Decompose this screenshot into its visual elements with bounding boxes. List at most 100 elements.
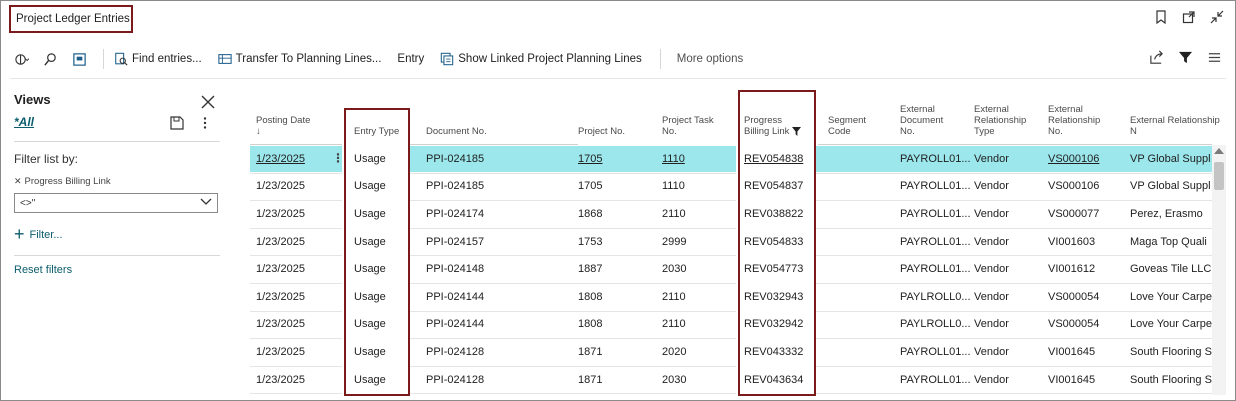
cell-segment-code: [828, 311, 888, 339]
cell-external-relationship-name: Love Your Carpe: [1130, 290, 1212, 303]
collapse-icon[interactable]: [1210, 10, 1224, 27]
plus-icon: +: [14, 224, 25, 244]
cell-external-relationship-type: Vendor: [974, 263, 1009, 276]
progress-billing-link-column-highlight: [738, 90, 816, 396]
column-header-project-no[interactable]: Project No.: [578, 88, 658, 143]
close-icon[interactable]: [200, 94, 216, 110]
cell-external-relationship-no: VS000106: [1048, 180, 1100, 193]
bookmark-icon[interactable]: [1154, 10, 1168, 27]
column-header-text: Segment: [828, 115, 867, 126]
column-header-text: Relationship: [974, 115, 1027, 126]
show-linked-planning-lines-button[interactable]: Show Linked Project Planning Lines: [440, 52, 642, 66]
transfer-to-planning-lines-button[interactable]: Transfer To Planning Lines...: [218, 52, 382, 66]
column-header-text: External: [900, 104, 935, 115]
find-entries-button[interactable]: Find entries...: [114, 52, 202, 66]
cell-external-relationship-no: VI001645: [1048, 373, 1096, 386]
cell-external-relationship-name: VP Global Suppl: [1130, 152, 1211, 165]
list-view-icon[interactable]: [1207, 50, 1222, 68]
scrollbar-thumb[interactable]: [1214, 162, 1224, 190]
share-icon[interactable]: [1149, 50, 1164, 68]
page-title-box: Project Ledger Entries: [9, 5, 133, 33]
cell-document-no: PPI-024157: [426, 235, 485, 248]
cell-document-no: PPI-024144: [426, 290, 485, 303]
pane-divider: [14, 255, 220, 256]
view-more-icon[interactable]: [198, 116, 212, 133]
cell-posting-date[interactable]: 1/23/2025: [256, 255, 346, 283]
save-view-icon[interactable]: [170, 116, 184, 133]
column-header-document-no[interactable]: Document No.: [426, 88, 576, 143]
cell-external-relationship-name: Goveas Tile LLC: [1130, 263, 1212, 276]
column-header-posting-date[interactable]: Posting Date ↓: [256, 88, 356, 143]
cell-project-task-no: 2110: [662, 290, 686, 303]
column-header-text: Project No.: [578, 126, 625, 137]
cell-posting-date[interactable]: 1/23/2025: [256, 311, 346, 339]
action-bar: Find entries... Transfer To Planning Lin…: [14, 48, 743, 70]
cell-document-no: PPI-024128: [426, 373, 485, 386]
column-header-text: External: [1048, 104, 1083, 115]
column-header-text: Type: [974, 126, 995, 137]
column-header-external-relationship-no[interactable]: External Relationship No.: [1048, 88, 1128, 143]
more-options-button[interactable]: More options: [677, 53, 743, 65]
chevron-down-icon[interactable]: [200, 198, 212, 209]
toolbar-divider: [103, 49, 104, 69]
cell-external-relationship-no: VS000054: [1048, 290, 1100, 303]
column-header-project-task-no[interactable]: Project Task No.: [662, 88, 742, 143]
cell-external-document-no: PAYROLL01...: [900, 373, 970, 386]
active-filter-chip[interactable]: ✕ Progress Billing Link: [14, 176, 220, 187]
cell-external-relationship-name: Maga Top Quali: [1130, 235, 1207, 248]
scroll-up-icon[interactable]: [1214, 148, 1224, 154]
cell-document-no: PPI-024148: [426, 263, 485, 276]
transfer-label: Transfer To Planning Lines...: [235, 53, 382, 65]
cell-segment-code: [828, 283, 888, 311]
cell-posting-date[interactable]: 1/23/2025: [256, 173, 346, 201]
cell-project-no: 1753: [578, 235, 603, 248]
column-header-external-relationship-type[interactable]: External Relationship Type: [974, 88, 1050, 143]
cell-project-task-no: 1110: [662, 180, 685, 193]
column-header-text: No.: [900, 126, 915, 137]
open-new-window-icon[interactable]: [1182, 10, 1196, 27]
cell-posting-date[interactable]: 1/23/2025: [256, 283, 346, 311]
cell-project-no: 1808: [578, 290, 603, 303]
cell-posting-date[interactable]: 1/23/2025: [256, 366, 346, 394]
cell-document-no: PPI-024144: [426, 318, 485, 331]
cell-project-task-no: 1110: [662, 152, 685, 165]
cell-external-relationship-type: Vendor: [974, 290, 1009, 303]
cell-project-task-no: 2999: [662, 235, 687, 248]
cell-external-document-no: PAYLROLL0...: [900, 318, 970, 331]
cell-project-task-no: 2030: [662, 373, 687, 386]
cell-external-relationship-type: Vendor: [974, 180, 1009, 193]
column-header-external-document-no[interactable]: External Document No.: [900, 88, 980, 143]
row-divider: [816, 393, 1212, 395]
cell-segment-code: [828, 228, 888, 256]
edit-list-icon[interactable]: [72, 52, 87, 67]
search-icon[interactable]: [43, 52, 58, 67]
column-header-external-relationship-name[interactable]: External Relationship N: [1130, 88, 1224, 143]
cell-external-document-no: PAYROLL01...: [900, 180, 970, 193]
cell-external-document-no: PAYROLL01...: [900, 263, 970, 276]
find-entries-label: Find entries...: [132, 53, 202, 65]
cell-external-document-no: PAYROLL01...: [900, 235, 970, 248]
cell-project-task-no: 2110: [662, 207, 686, 220]
all-view-link[interactable]: *All: [14, 115, 34, 129]
cell-posting-date[interactable]: 1/23/2025: [256, 338, 346, 366]
cell-posting-date[interactable]: 1/23/2025: [256, 200, 346, 228]
filter-value-input[interactable]: <>'': [14, 193, 218, 213]
entry-menu-button[interactable]: Entry: [397, 53, 424, 65]
cell-external-relationship-type: Vendor: [974, 373, 1009, 386]
row-actions-icon[interactable]: ⋮: [332, 151, 344, 165]
column-header-segment-code[interactable]: Segment Code: [828, 88, 898, 143]
view-mode-icon[interactable]: [14, 52, 29, 67]
cell-document-no: PPI-024185: [426, 180, 485, 193]
cell-project-no: 1808: [578, 318, 603, 331]
filter-icon[interactable]: [1178, 50, 1193, 68]
all-view-row: *All: [14, 115, 220, 133]
remove-filter-icon[interactable]: ✕: [14, 176, 22, 187]
cell-external-document-no: PAYROLL01...: [900, 345, 970, 358]
filter-value-text: <>'': [20, 197, 36, 209]
add-filter-label: Filter...: [29, 229, 63, 241]
pane-divider: [14, 141, 220, 142]
add-filter-button[interactable]: + Filter...: [14, 224, 220, 244]
cell-posting-date[interactable]: 1/23/2025: [256, 228, 346, 256]
cell-external-document-no: PAYROLL01...: [900, 207, 970, 220]
reset-filters-link[interactable]: Reset filters: [14, 264, 220, 276]
